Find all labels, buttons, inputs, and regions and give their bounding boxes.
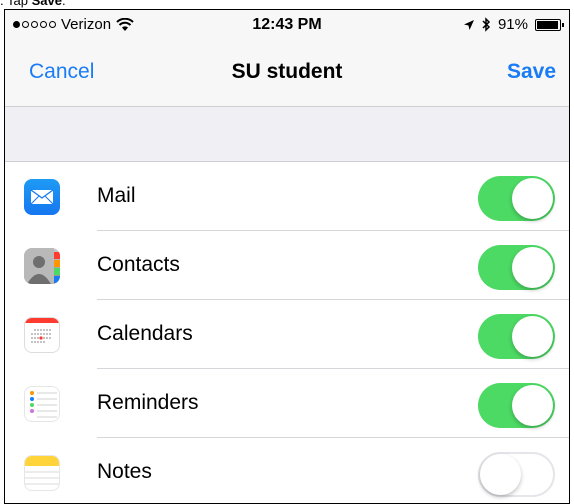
caption-end: . <box>61 0 66 8</box>
save-button[interactable]: Save <box>507 60 556 84</box>
caption-text: . Tap <box>0 0 32 8</box>
notes-toggle[interactable] <box>478 452 555 497</box>
item-label-calendars: Calendars <box>97 322 193 345</box>
navigation-bar: Cancel SU student Save <box>5 40 569 107</box>
status-right: 91% <box>463 16 564 33</box>
calendars-icon <box>24 317 60 353</box>
item-label-reminders: Reminders <box>97 391 199 414</box>
section-spacer <box>5 107 569 162</box>
reminders-icon <box>24 386 60 422</box>
mail-toggle[interactable] <box>478 176 555 221</box>
item-label-notes: Notes <box>97 460 152 483</box>
status-bar: Verizon 12:43 PM 91% <box>5 10 569 40</box>
location-arrow-icon <box>463 19 474 30</box>
reminders-toggle[interactable] <box>478 383 555 428</box>
sync-options-list: Mail Contacts Calendars Reminders Notes <box>5 162 569 503</box>
list-item-reminders: Reminders <box>5 369 569 438</box>
list-item-calendars: Calendars <box>5 300 569 369</box>
list-item-notes: Notes <box>5 438 569 503</box>
item-label-contacts: Contacts <box>97 253 180 276</box>
battery-icon <box>535 18 564 31</box>
item-label-mail: Mail <box>97 184 136 207</box>
list-item-contacts: Contacts <box>5 231 569 300</box>
page-title: SU student <box>231 60 343 83</box>
battery-percent: 91% <box>497 16 528 33</box>
contacts-toggle[interactable] <box>478 245 555 290</box>
phone-screen: Verizon 12:43 PM 91% Cancel SU student S… <box>4 9 570 504</box>
notes-icon <box>24 455 60 491</box>
caption-bold: Save <box>31 0 62 8</box>
calendars-toggle[interactable] <box>478 314 555 359</box>
contacts-icon <box>24 248 60 284</box>
mail-icon <box>24 179 60 215</box>
list-item-mail: Mail <box>5 162 569 231</box>
bluetooth-icon <box>482 17 491 32</box>
instruction-caption: . Tap Save. <box>0 0 574 9</box>
